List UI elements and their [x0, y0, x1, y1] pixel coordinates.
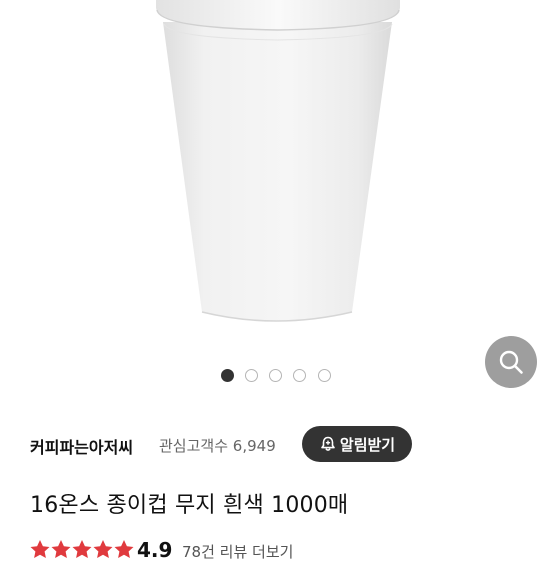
subscribe-alert-button[interactable]: 알림받기 [302, 426, 412, 462]
product-image-gallery[interactable] [0, 0, 553, 400]
interest-label: 관심고객수 [159, 437, 229, 455]
seller-name[interactable]: 커피파는아저씨 [30, 434, 133, 458]
alert-button-label: 알림받기 [339, 435, 396, 454]
pagination-dot-3[interactable] [269, 369, 282, 382]
product-title: 16온스 종이컵 무지 흰색 1000매 [30, 493, 349, 518]
reviews-link[interactable]: 78건 리뷰 더보기 [182, 541, 293, 562]
rating-row: 4.9 78건 리뷰 더보기 [30, 538, 553, 568]
paper-cup-image [156, 0, 400, 322]
pagination-dot-4[interactable] [293, 369, 306, 382]
star-icon [114, 540, 134, 558]
star-icon [30, 540, 50, 558]
pagination-dot-2[interactable] [245, 369, 258, 382]
interest-count: 6,949 [232, 437, 276, 455]
bell-plus-icon [321, 436, 335, 451]
pagination-dot-1[interactable] [221, 369, 234, 382]
star-icon [93, 540, 113, 558]
star-icon [51, 540, 71, 558]
rating-value: 4.9 [137, 538, 173, 562]
pagination-dot-5[interactable] [318, 369, 331, 382]
seller-info-row: 커피파는아저씨 관심고객수 6,949 알림받기 [0, 424, 553, 466]
gallery-pagination [0, 369, 553, 385]
interest-customers: 관심고객수 6,949 [159, 435, 276, 456]
rating-stars [30, 540, 134, 558]
star-icon [72, 540, 92, 558]
